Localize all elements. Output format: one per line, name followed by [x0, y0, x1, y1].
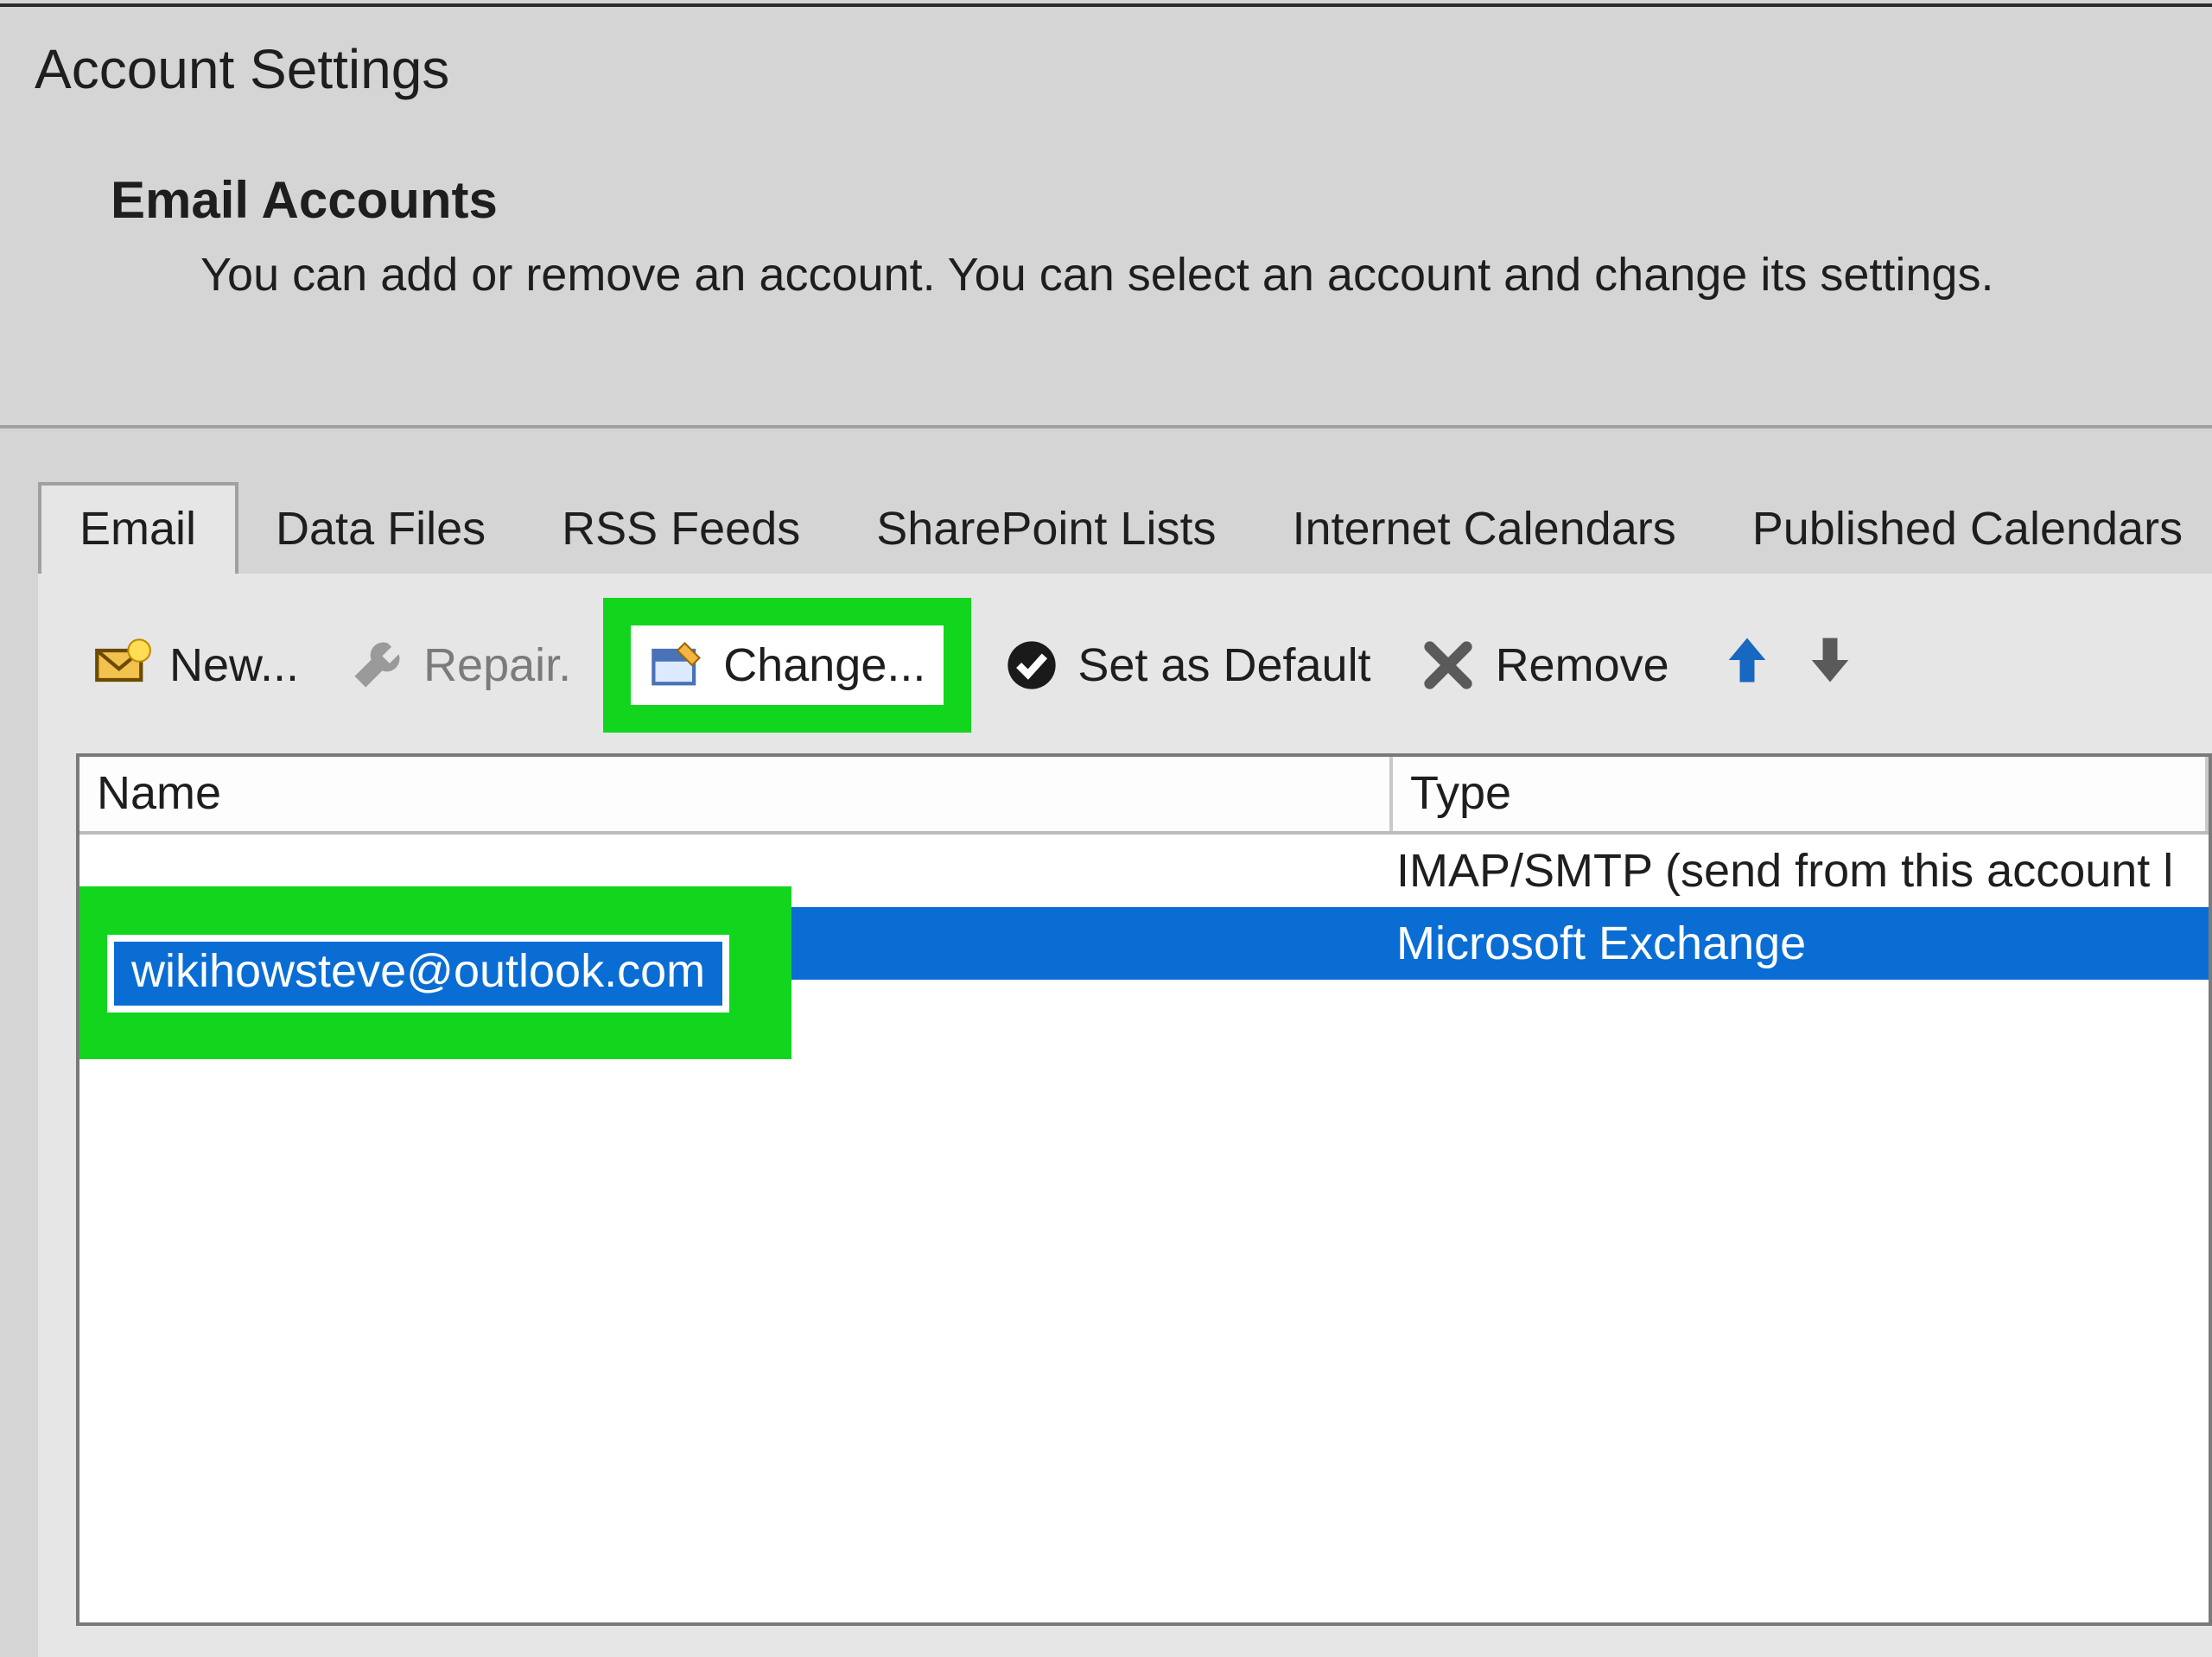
highlight-account-name-value: wikihowsteve@outlook.com: [107, 934, 729, 1012]
highlight-account-name: wikihowsteve@outlook.com: [76, 886, 791, 1059]
tab-rss-feeds[interactable]: RSS Feeds: [524, 486, 838, 574]
tab-sharepoint-lists[interactable]: SharePoint Lists: [838, 486, 1254, 574]
tab-internet-calendars[interactable]: Internet Calendars: [1254, 486, 1713, 574]
tab-published-calendars[interactable]: Published Calendars: [1714, 486, 2212, 574]
table-body: IMAP/SMTP (send from this account l wiki…: [79, 835, 2209, 980]
header-separator: [0, 425, 2212, 429]
repair-button: Repair.: [323, 625, 595, 705]
table-header: Name Type: [79, 757, 2209, 835]
page-title: Account Settings: [35, 38, 449, 102]
set-default-button-label: Set as Default: [1077, 638, 1370, 692]
move-up-button[interactable]: [1718, 636, 1777, 695]
set-default-button[interactable]: Set as Default: [977, 625, 1395, 705]
accounts-table: Name Type IMAP/SMTP (send from this acco…: [76, 753, 2212, 1626]
new-button-label: New...: [169, 638, 299, 692]
change-button[interactable]: Change...: [630, 625, 943, 705]
repair-button-label: Repair.: [423, 638, 571, 692]
accounts-toolbar: New... Repair. Change... Set as Default: [69, 625, 1859, 705]
tab-content-email: New... Repair. Change... Set as Default: [38, 574, 2212, 1657]
arrow-up-icon: [1718, 630, 1777, 701]
top-border: [0, 3, 2212, 7]
remove-button-label: Remove: [1496, 638, 1669, 692]
arrow-down-icon: [1801, 630, 1859, 701]
tab-email[interactable]: Email: [38, 482, 238, 577]
remove-button[interactable]: Remove: [1395, 625, 1694, 705]
new-button[interactable]: New...: [69, 625, 323, 705]
section-title: Email Accounts: [111, 173, 498, 232]
x-remove-icon: [1420, 636, 1478, 695]
check-circle-icon: [1001, 636, 1060, 695]
edit-card-icon: [647, 636, 706, 695]
tabs-bar: Email Data Files RSS Feeds SharePoint Li…: [38, 470, 2212, 577]
column-header-type[interactable]: Type: [1393, 757, 2209, 831]
wrench-icon: [347, 636, 406, 695]
envelope-new-icon: [93, 636, 152, 695]
cell-type: Microsoft Exchange: [1379, 917, 2209, 970]
column-header-name[interactable]: Name: [79, 757, 1393, 831]
tab-data-files[interactable]: Data Files: [238, 486, 524, 574]
section-description: You can add or remove an account. You ca…: [200, 249, 1993, 302]
cell-type: IMAP/SMTP (send from this account l: [1379, 844, 2209, 898]
move-down-button[interactable]: [1801, 636, 1859, 695]
change-button-label: Change...: [723, 638, 925, 692]
